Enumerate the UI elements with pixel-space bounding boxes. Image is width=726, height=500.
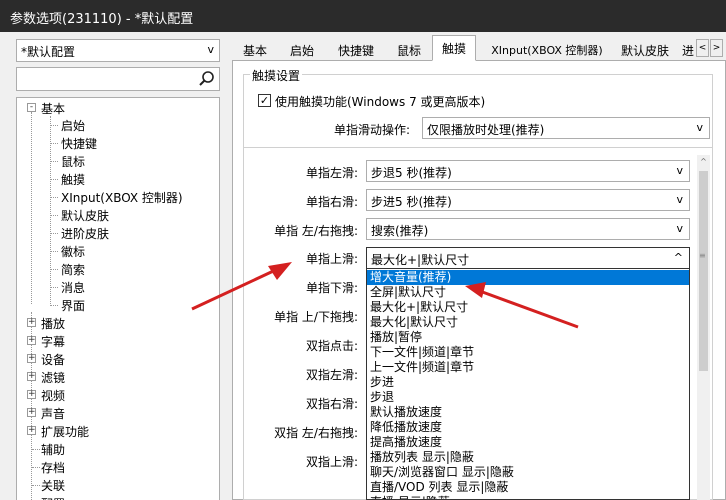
tab-bar: 基本 启始 快捷键 鼠标 触摸 XInput(XBOX 控制器) 默认皮肤 进 … — [232, 35, 726, 61]
single-slide-select[interactable]: 仅限播放时处理(推荐) v — [422, 117, 710, 139]
dropdown-option[interactable]: 最大化|默认尺寸 — [367, 315, 689, 330]
divider — [244, 147, 712, 148]
chevron-down-icon: v — [207, 43, 214, 56]
chevron-down-icon: v — [696, 121, 703, 134]
tab-start[interactable]: 启始 — [280, 37, 324, 61]
dropdown-option[interactable]: 全屏|默认尺寸 — [367, 285, 689, 300]
chevron-up-icon: ^ — [673, 251, 683, 264]
gesture-label-single-up: 单指上滑: — [305, 252, 358, 266]
dropdown-option[interactable]: 播放|暂停 — [367, 330, 689, 345]
dropdown-option[interactable]: 降低播放速度 — [367, 420, 689, 435]
tab-basic[interactable]: 基本 — [234, 37, 276, 61]
tab-advanced-partial[interactable]: 进 — [680, 37, 696, 61]
tab-touch[interactable]: 触摸 — [432, 35, 476, 61]
tab-hotkeys[interactable]: 快捷键 — [328, 37, 384, 61]
dropdown-option[interactable]: 增大音量(推荐) — [367, 270, 689, 285]
profile-select-value: *默认配置 — [21, 45, 76, 59]
tab-default-skin[interactable]: 默认皮肤 — [614, 37, 676, 61]
gesture-label-single-right: 单指右滑: — [305, 195, 358, 209]
settings-tree[interactable]: - 基本 启始 快捷键 鼠标 触摸 XInput(XBOX 控制器) 默认皮肤 … — [16, 97, 220, 500]
expand-icon[interactable]: + — [27, 426, 36, 435]
group-title: 触摸设置 — [250, 67, 303, 84]
search-icon[interactable] — [195, 68, 219, 90]
gesture-label-single-left: 单指左滑: — [305, 166, 358, 180]
gesture-label-single-down: 单指下滑: — [305, 281, 358, 295]
enable-touch-label: 使用触摸功能(Windows 7 或更高版本) — [275, 95, 486, 109]
chevron-left-icon[interactable]: < — [696, 39, 709, 57]
expand-icon[interactable]: + — [27, 354, 36, 363]
dropdown-option[interactable]: 步退 — [367, 390, 689, 405]
gesture-select-single-left[interactable]: 步退5 秒(推荐) v — [366, 160, 690, 182]
single-slide-label: 单指滑动操作: — [333, 123, 410, 137]
dropdown-option[interactable]: 步进 — [367, 375, 689, 390]
scrollbar-thumb[interactable] — [699, 171, 708, 371]
gesture-dropdown-list[interactable]: 增大音量(推荐) 全屏|默认尺寸 最大化+|默认尺寸 最大化|默认尺寸 播放|暂停 下一文… — [366, 268, 690, 500]
scroll-up-icon[interactable]: ^ — [697, 155, 710, 169]
dropdown-option[interactable]: 提高播放速度 — [367, 435, 689, 450]
chevron-down-icon: v — [676, 164, 683, 177]
gesture-label-double-left: 双指左滑: — [305, 368, 358, 382]
title-bar: 参数选项(231110) - *默认配置 — [0, 0, 726, 32]
dropdown-option[interactable]: 最大化+|默认尺寸 — [367, 300, 689, 315]
chevron-down-icon: v — [676, 222, 683, 235]
panel-scrollbar[interactable]: ^ ≡ — [697, 155, 710, 500]
expand-icon[interactable]: + — [27, 408, 36, 417]
grip-icon: ≡ — [699, 251, 706, 260]
collapse-icon[interactable]: - — [27, 103, 36, 112]
tab-xinput[interactable]: XInput(XBOX 控制器) — [482, 37, 612, 61]
gesture-label-single-ud-drag: 单指 上/下拖拽: — [274, 310, 358, 324]
dropdown-option[interactable]: 上一文件|频道|章节 — [367, 360, 689, 375]
chevron-right-icon[interactable]: > — [710, 39, 723, 57]
dropdown-option[interactable]: 默认播放速度 — [367, 405, 689, 420]
expand-icon[interactable]: + — [27, 372, 36, 381]
search-input[interactable] — [16, 67, 220, 91]
expand-icon[interactable]: + — [27, 318, 36, 327]
chevron-down-icon: v — [676, 193, 683, 206]
gesture-label-double-lr-drag: 双指 左/右拖拽: — [274, 426, 358, 440]
gesture-label-single-lr-drag: 单指 左/右拖拽: — [274, 224, 358, 238]
dropdown-option[interactable]: 播放列表 显示|隐蔽 — [367, 450, 689, 465]
dropdown-option[interactable]: 直播/VOD 列表 显示|隐蔽 — [367, 480, 689, 495]
gesture-select-single-right[interactable]: 步进5 秒(推荐) v — [366, 189, 690, 211]
tab-mouse[interactable]: 鼠标 — [388, 37, 430, 61]
expand-icon[interactable]: + — [27, 336, 36, 345]
gesture-select-single-up[interactable]: 最大化+|默认尺寸 ^ — [366, 247, 690, 269]
gesture-label-double-tap: 双指点击: — [305, 339, 358, 353]
dropdown-option[interactable]: 下一文件|频道|章节 — [367, 345, 689, 360]
dropdown-option[interactable]: 聊天/浏览器窗口 显示|隐蔽 — [367, 465, 689, 480]
window-title: 参数选项(231110) - *默认配置 — [10, 12, 194, 27]
gesture-label-double-right: 双指右滑: — [305, 397, 358, 411]
dropdown-option[interactable]: 直播 显示|隐蔽 — [367, 495, 689, 499]
profile-select[interactable]: *默认配置 v — [16, 39, 220, 62]
enable-touch-checkbox[interactable]: ✓ — [258, 94, 271, 107]
expand-icon[interactable]: + — [27, 390, 36, 399]
gesture-label-double-up: 双指上滑: — [305, 455, 358, 469]
gesture-select-single-lr-drag[interactable]: 搜索(推荐) v — [366, 218, 690, 240]
